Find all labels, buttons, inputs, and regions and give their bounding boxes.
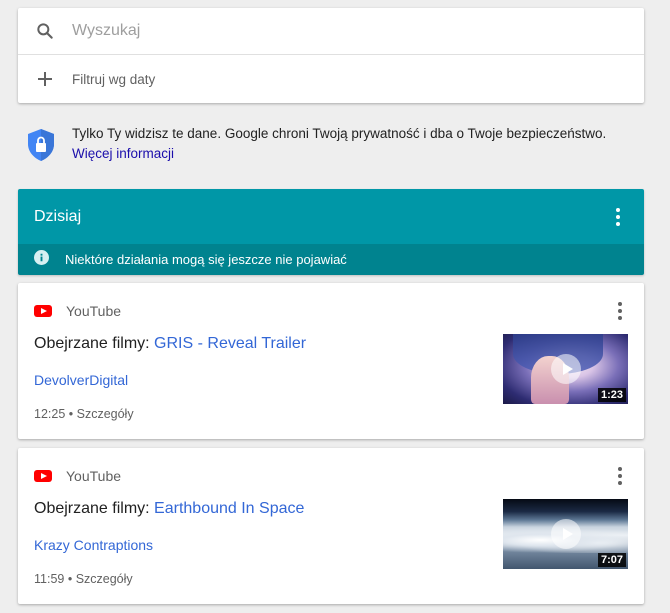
filter-by-date-label: Filtruj wg daty [72,71,156,87]
activity-card: YouTube Obejrzane filmy: GRIS - Reveal T… [18,283,644,439]
more-vert-icon[interactable] [610,299,630,323]
search-icon[interactable] [18,21,72,41]
channel-link[interactable]: Krazy Contraptions [34,537,153,553]
details-link[interactable]: Szczegóły [76,572,133,586]
activity-source: YouTube [66,468,122,484]
activity-time: 12:25 [34,407,66,421]
day-title: Dzisiaj [34,207,82,225]
play-icon [550,354,581,384]
info-icon [34,249,49,270]
privacy-text: Tylko Ty widzisz te dane. Google chroni … [72,126,607,141]
shield-lock-icon [26,124,56,167]
filter-by-date-button[interactable]: Filtruj wg daty [18,55,644,103]
activity-meta: 12:25 • Szczegóły [34,407,134,421]
activity-meta: 11:59 • Szczegóły [34,572,133,586]
channel-link[interactable]: DevolverDigital [34,372,128,388]
meta-separator: • [65,407,77,421]
more-info-link[interactable]: Więcej informacji [72,144,606,164]
privacy-notice: Tylko Ty widzisz te dane. Google chroni … [26,124,646,167]
activity-title: Obejrzane filmy: GRIS - Reveal Trailer [34,335,306,353]
day-notice-text: Niektóre działania mogą się jeszcze nie … [65,252,347,267]
video-duration: 1:23 [597,388,626,402]
search-bar[interactable]: Wyszukaj [18,8,644,55]
activity-title: Obejrzane filmy: Earthbound In Space [34,500,304,518]
day-header: Dzisiaj Niektóre działania mogą się jesz… [18,189,644,275]
activity-source: YouTube [66,303,122,319]
search-card: Wyszukaj Filtruj wg daty [18,8,644,103]
video-thumbnail[interactable]: 7:07 [503,499,628,569]
video-link[interactable]: Earthbound In Space [154,500,304,517]
more-vert-icon[interactable] [608,205,628,229]
more-vert-icon[interactable] [610,464,630,488]
meta-separator: • [64,572,76,586]
activity-card: YouTube Obejrzane filmy: Earthbound In S… [18,448,644,604]
youtube-icon [34,470,52,482]
details-link[interactable]: Szczegóły [77,407,134,421]
activity-prefix: Obejrzane filmy: [34,335,155,352]
activity-time: 11:59 [34,572,65,586]
video-thumbnail[interactable]: 1:23 [503,334,628,404]
video-link[interactable]: GRIS - Reveal Trailer [154,335,306,352]
video-duration: 7:07 [597,553,626,567]
search-input[interactable]: Wyszukaj [72,22,140,40]
plus-icon [18,71,72,87]
play-icon [550,519,581,549]
activity-prefix: Obejrzane filmy: [34,500,155,517]
youtube-icon [34,305,52,317]
